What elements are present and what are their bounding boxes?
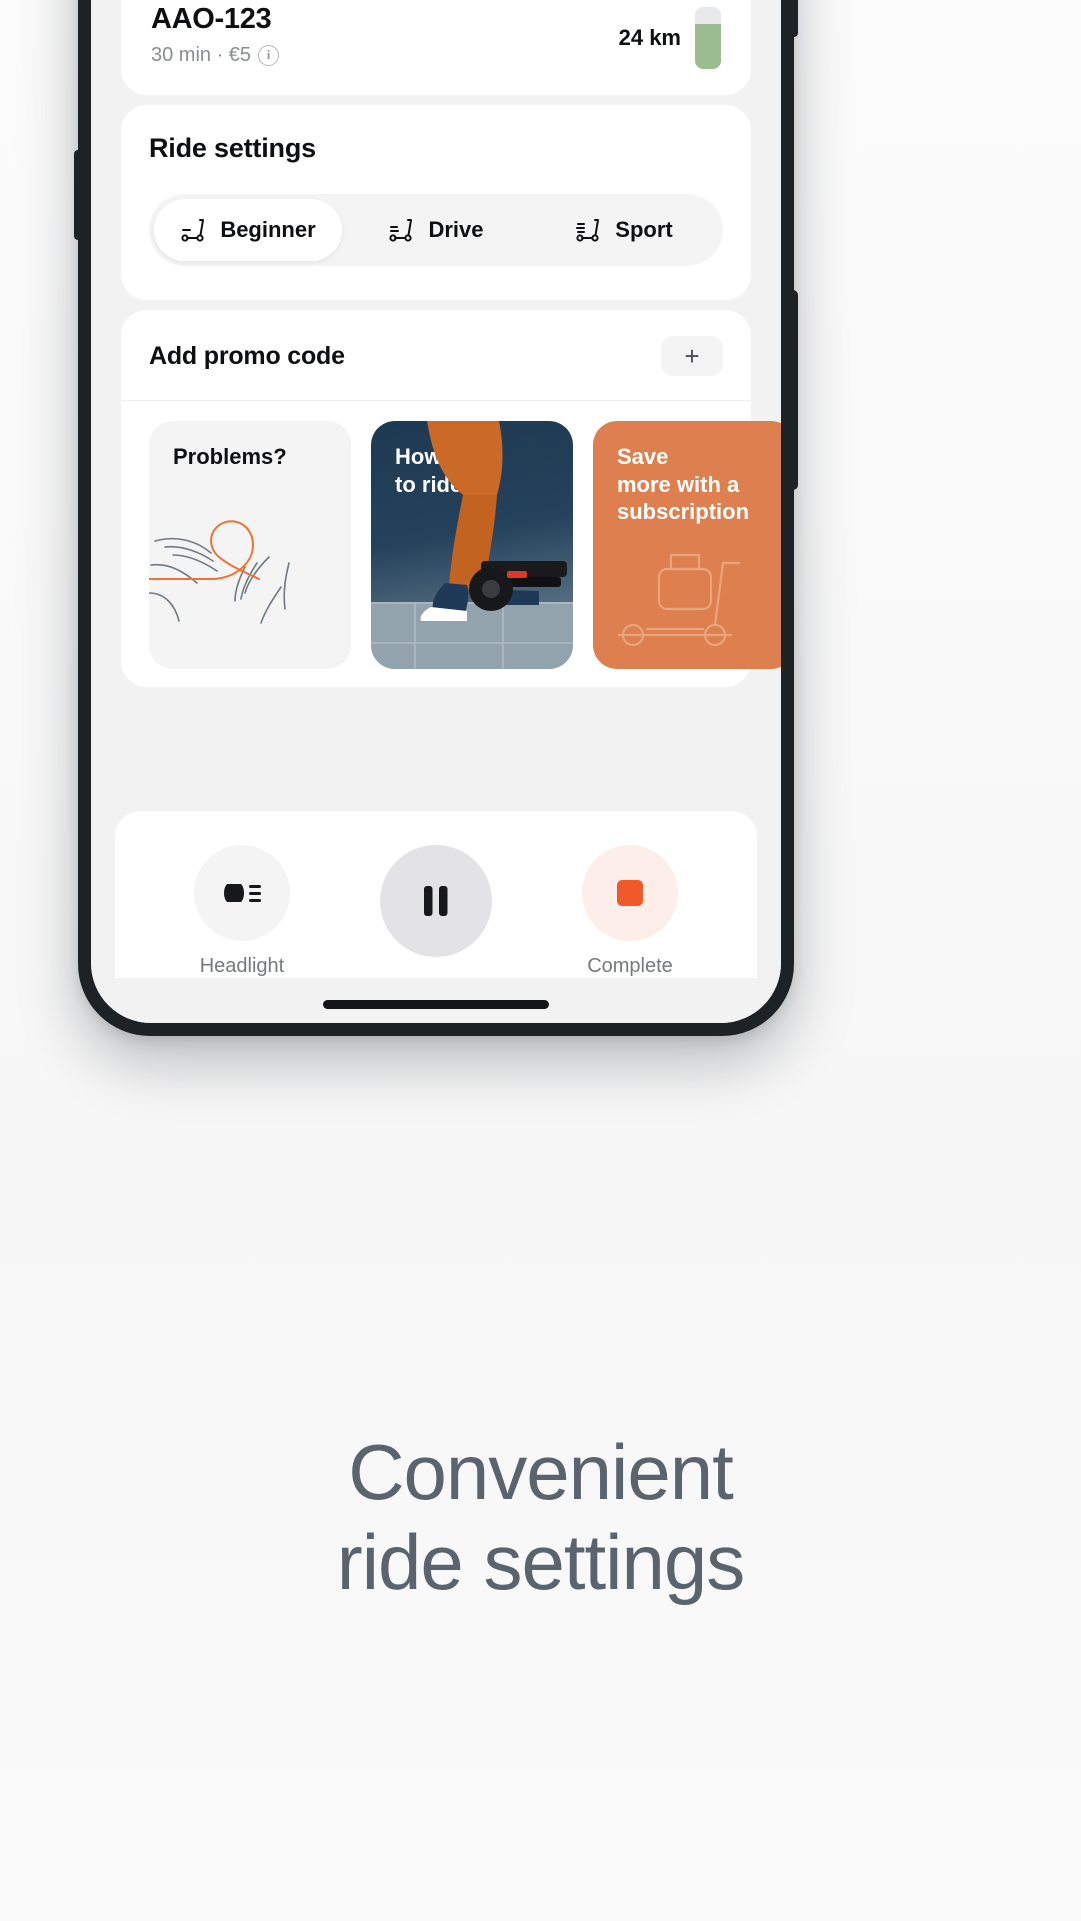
ride-mode-beginner-label: Beginner xyxy=(220,217,316,242)
action-headlight[interactable]: Headlight xyxy=(167,845,317,978)
ride-action-bar: Headlight Complete xyxy=(115,811,757,978)
home-indicator[interactable] xyxy=(323,1000,549,1009)
action-headlight-label: Headlight xyxy=(199,955,285,977)
ride-settings-title: Ride settings xyxy=(149,133,316,163)
tile-problems-title: Problems? xyxy=(173,444,287,469)
complete-button[interactable] xyxy=(582,845,678,941)
ride-mode-segmented-control[interactable]: Beginner Drive Sport xyxy=(149,194,723,266)
volume-up-button[interactable] xyxy=(792,0,798,37)
scooter-icon xyxy=(181,219,205,242)
headlight-button[interactable] xyxy=(194,845,290,941)
vehicle-pricing-row[interactable]: 30 min · €5 i xyxy=(151,44,280,67)
screenshot-stage: AAO-123 30 min · €5 i 24 km Ride setting… xyxy=(0,0,1081,1921)
vehicle-range-group: 24 km xyxy=(619,3,721,69)
ride-mode-sport-label: Sport xyxy=(615,217,673,242)
hands-line-art xyxy=(149,520,290,624)
ride-mode-sport[interactable]: Sport xyxy=(530,199,718,261)
rider-photo xyxy=(371,421,573,669)
promo-card: Add promo code + Problems? How to ride? … xyxy=(121,310,781,687)
add-promo-label: Add promo code xyxy=(149,341,345,370)
tile-subscription-line3: subscription xyxy=(617,499,750,524)
headline-line-1: Convenient xyxy=(348,1428,734,1516)
app-screen: AAO-123 30 min · €5 i 24 km Ride setting… xyxy=(91,0,781,1023)
phone-frame: AAO-123 30 min · €5 i 24 km Ride setting… xyxy=(74,0,798,1036)
phone-screen: AAO-123 30 min · €5 i 24 km Ride setting… xyxy=(91,0,781,1023)
pause-button[interactable] xyxy=(380,845,492,957)
action-complete[interactable]: Complete xyxy=(555,845,705,978)
vehicle-id: AAO-123 xyxy=(151,3,272,35)
battery-icon xyxy=(695,7,721,69)
info-icon[interactable]: i xyxy=(258,45,280,66)
scooter-icon xyxy=(389,219,413,242)
headline-line-2-part2: settings xyxy=(483,1518,745,1607)
ride-settings-card: Ride settings Beginner Drive Sport xyxy=(121,105,751,300)
add-promo-row[interactable]: Add promo code + xyxy=(121,310,751,401)
promo-tiles[interactable]: Problems? How to ride? Save more with a … xyxy=(121,401,781,669)
vehicle-card: AAO-123 30 min · €5 i 24 km xyxy=(121,0,751,95)
pause-icon xyxy=(424,886,448,916)
ride-mode-drive[interactable]: Drive xyxy=(342,199,530,261)
power-button[interactable] xyxy=(791,290,798,490)
marketing-headline: Convenient ride settings xyxy=(0,1428,1081,1623)
range-value: 24 km xyxy=(618,25,681,50)
tile-problems[interactable]: Problems? xyxy=(149,421,351,669)
scroll-area[interactable]: AAO-123 30 min · €5 i 24 km Ride setting… xyxy=(91,0,781,811)
vehicle-pricing: 30 min · €5 xyxy=(151,44,252,66)
ride-mode-drive-label: Drive xyxy=(428,217,484,242)
plus-icon[interactable]: + xyxy=(661,336,723,376)
stop-icon xyxy=(617,880,643,906)
vehicle-info: AAO-123 30 min · €5 i xyxy=(151,3,280,67)
ride-mode-beginner[interactable]: Beginner xyxy=(154,199,342,261)
scooter-outline xyxy=(617,553,741,647)
action-pause[interactable] xyxy=(361,845,511,971)
tile-subscription-title: Save more with a subscription xyxy=(617,443,749,526)
scooter-icon xyxy=(576,219,600,242)
headline-line-2: ride settings xyxy=(336,1518,835,1623)
battery-fill xyxy=(695,24,721,69)
headlight-icon xyxy=(224,884,261,902)
tile-subscription-line2: more with a xyxy=(617,471,740,497)
volume-down-button[interactable] xyxy=(74,150,80,240)
headline-line-2-part1: ride xyxy=(336,1518,484,1607)
tile-how-to-ride[interactable]: How to ride? xyxy=(371,421,573,669)
action-complete-label: Complete xyxy=(587,955,673,977)
tile-subscription-line1: Save xyxy=(617,444,669,469)
tile-subscription[interactable]: Save more with a subscription xyxy=(593,421,781,669)
